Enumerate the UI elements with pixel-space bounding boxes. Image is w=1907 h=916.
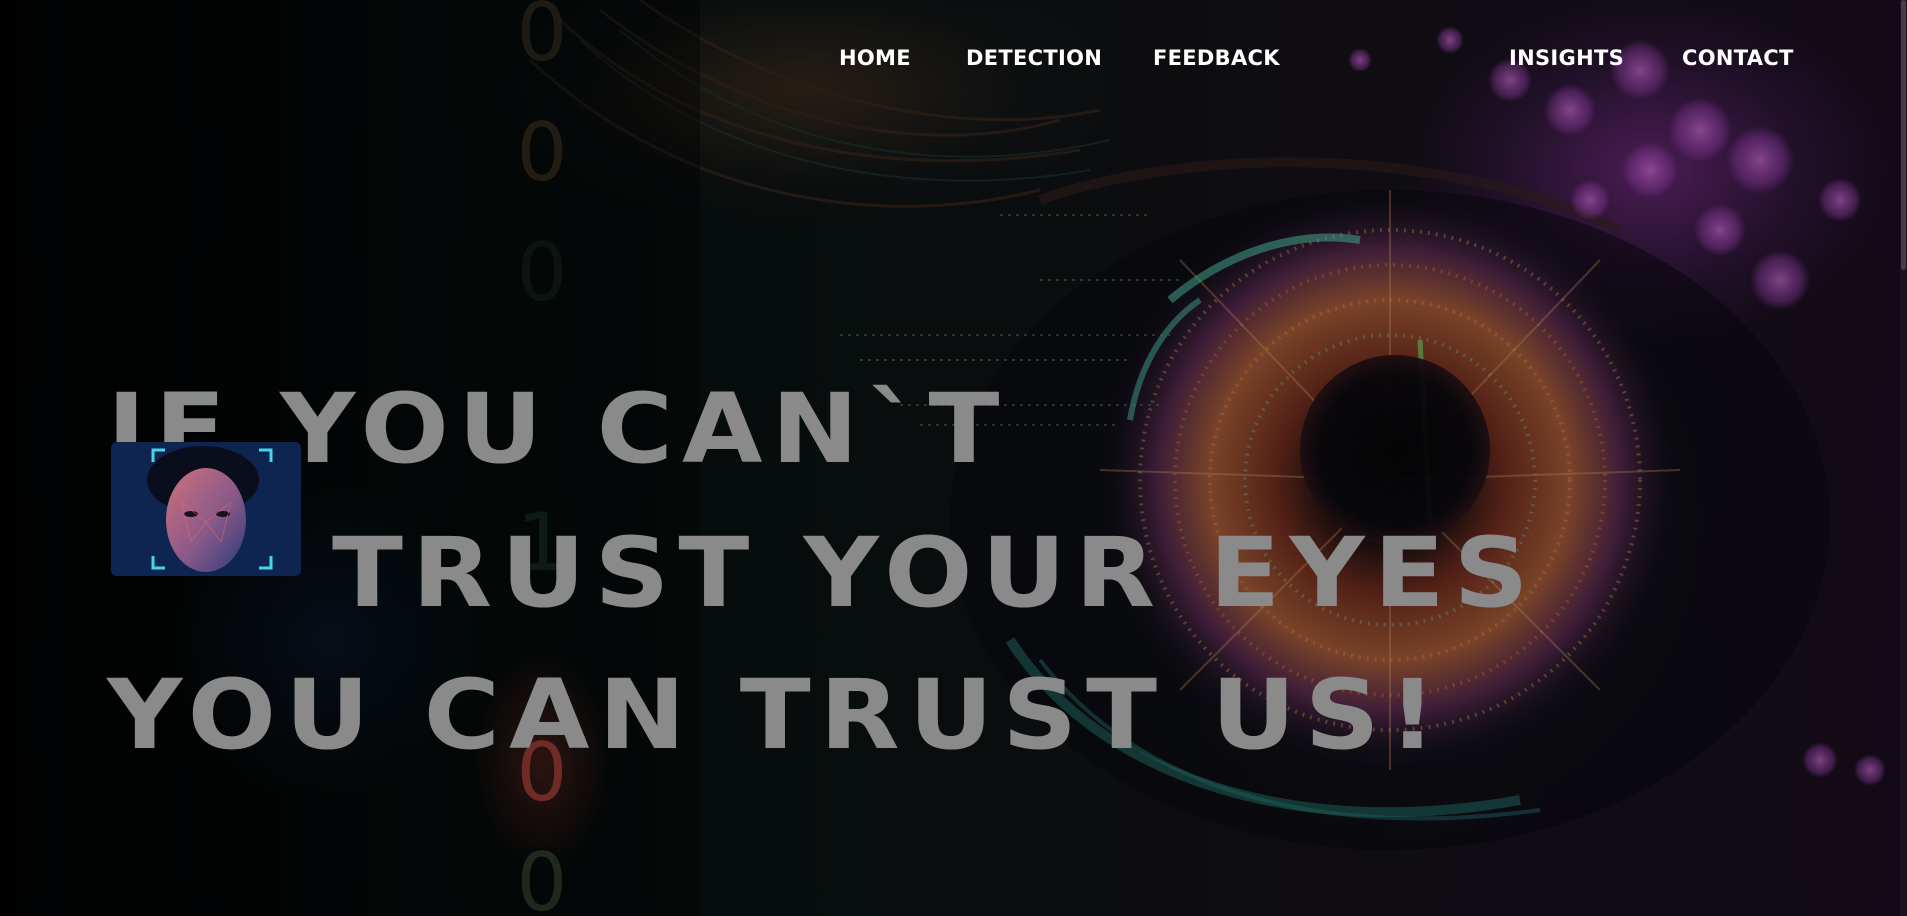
face-scan-icon <box>111 442 301 576</box>
scrollbar-thumb[interactable] <box>1901 0 1906 270</box>
nav-insights-link[interactable]: INSIGHTS <box>1509 46 1624 70</box>
nav-detection-link[interactable]: DETECTION <box>966 46 1102 70</box>
top-navigation: HOME DETECTION FEEDBACK INSIGHTS CONTACT <box>0 46 1907 76</box>
hero-section: 0 0 0 1 0 0 HOME DETECTION FEEDBACK INSI… <box>0 0 1907 916</box>
scrollbar-track[interactable] <box>1900 0 1907 916</box>
headline-line-2: TRUST YOUR EYES <box>332 515 1538 629</box>
nav-home-link[interactable]: HOME <box>839 46 911 70</box>
headline-line-3: YOU CAN TRUST US! <box>107 657 1446 771</box>
nav-feedback-link[interactable]: FEEDBACK <box>1153 46 1280 70</box>
nav-contact-link[interactable]: CONTACT <box>1682 46 1794 70</box>
